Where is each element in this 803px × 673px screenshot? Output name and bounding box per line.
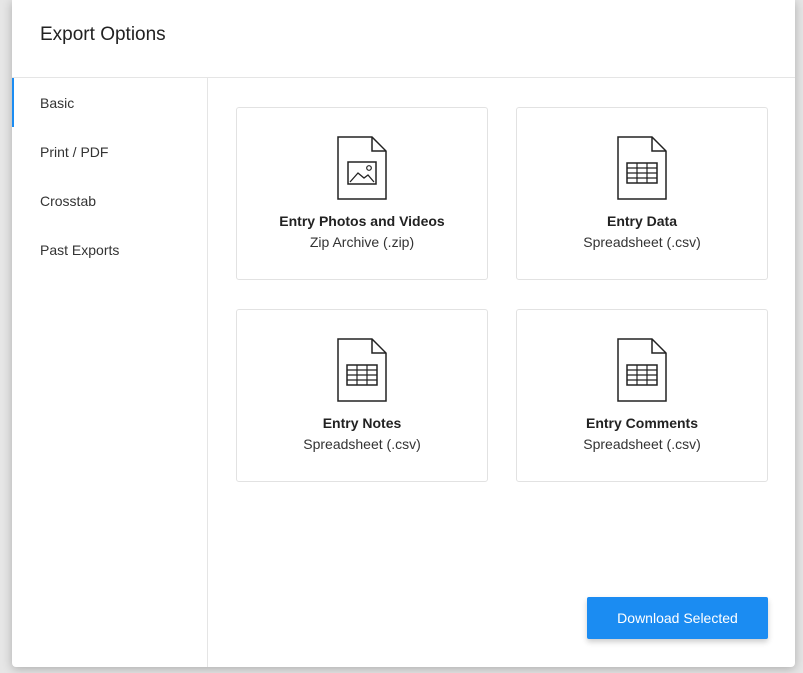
card-subtitle: Zip Archive (.zip) [309, 234, 415, 250]
card-subtitle: Spreadsheet (.csv) [583, 234, 701, 250]
card-title: Entry Photos and Videos [279, 213, 445, 229]
card-subtitle: Spreadsheet (.csv) [583, 436, 701, 452]
export-card-entry-comments[interactable]: Entry Comments Spreadsheet (.csv) [516, 309, 768, 482]
sidebar-item-basic[interactable]: Basic [12, 78, 207, 127]
export-content: Entry Photos and Videos Zip Archive (.zi… [208, 78, 795, 667]
card-title: Entry Notes [322, 415, 402, 431]
spreadsheet-file-icon [617, 136, 667, 200]
sidebar-item-print-pdf[interactable]: Print / PDF [12, 127, 207, 176]
export-card-entry-photos[interactable]: Entry Photos and Videos Zip Archive (.zi… [236, 107, 488, 280]
sidebar-item-crosstab[interactable]: Crosstab [12, 176, 207, 225]
export-card-entry-data[interactable]: Entry Data Spreadsheet (.csv) [516, 107, 768, 280]
spreadsheet-file-icon [337, 338, 387, 402]
sidebar-item-past-exports[interactable]: Past Exports [12, 225, 207, 274]
spreadsheet-file-icon [617, 338, 667, 402]
export-card-entry-notes[interactable]: Entry Notes Spreadsheet (.csv) [236, 309, 488, 482]
export-sidebar: Basic Print / PDF Crosstab Past Exports [12, 78, 208, 667]
image-file-icon [337, 136, 387, 200]
modal-title: Export Options [40, 24, 166, 45]
modal-header: Export Options [12, 0, 795, 78]
download-selected-button[interactable]: Download Selected [587, 597, 768, 639]
card-title: Entry Comments [585, 415, 699, 431]
card-title: Entry Data [606, 213, 678, 229]
export-options-modal: Export Options Basic Print / PDF Crossta… [12, 0, 795, 667]
card-subtitle: Spreadsheet (.csv) [303, 436, 421, 452]
